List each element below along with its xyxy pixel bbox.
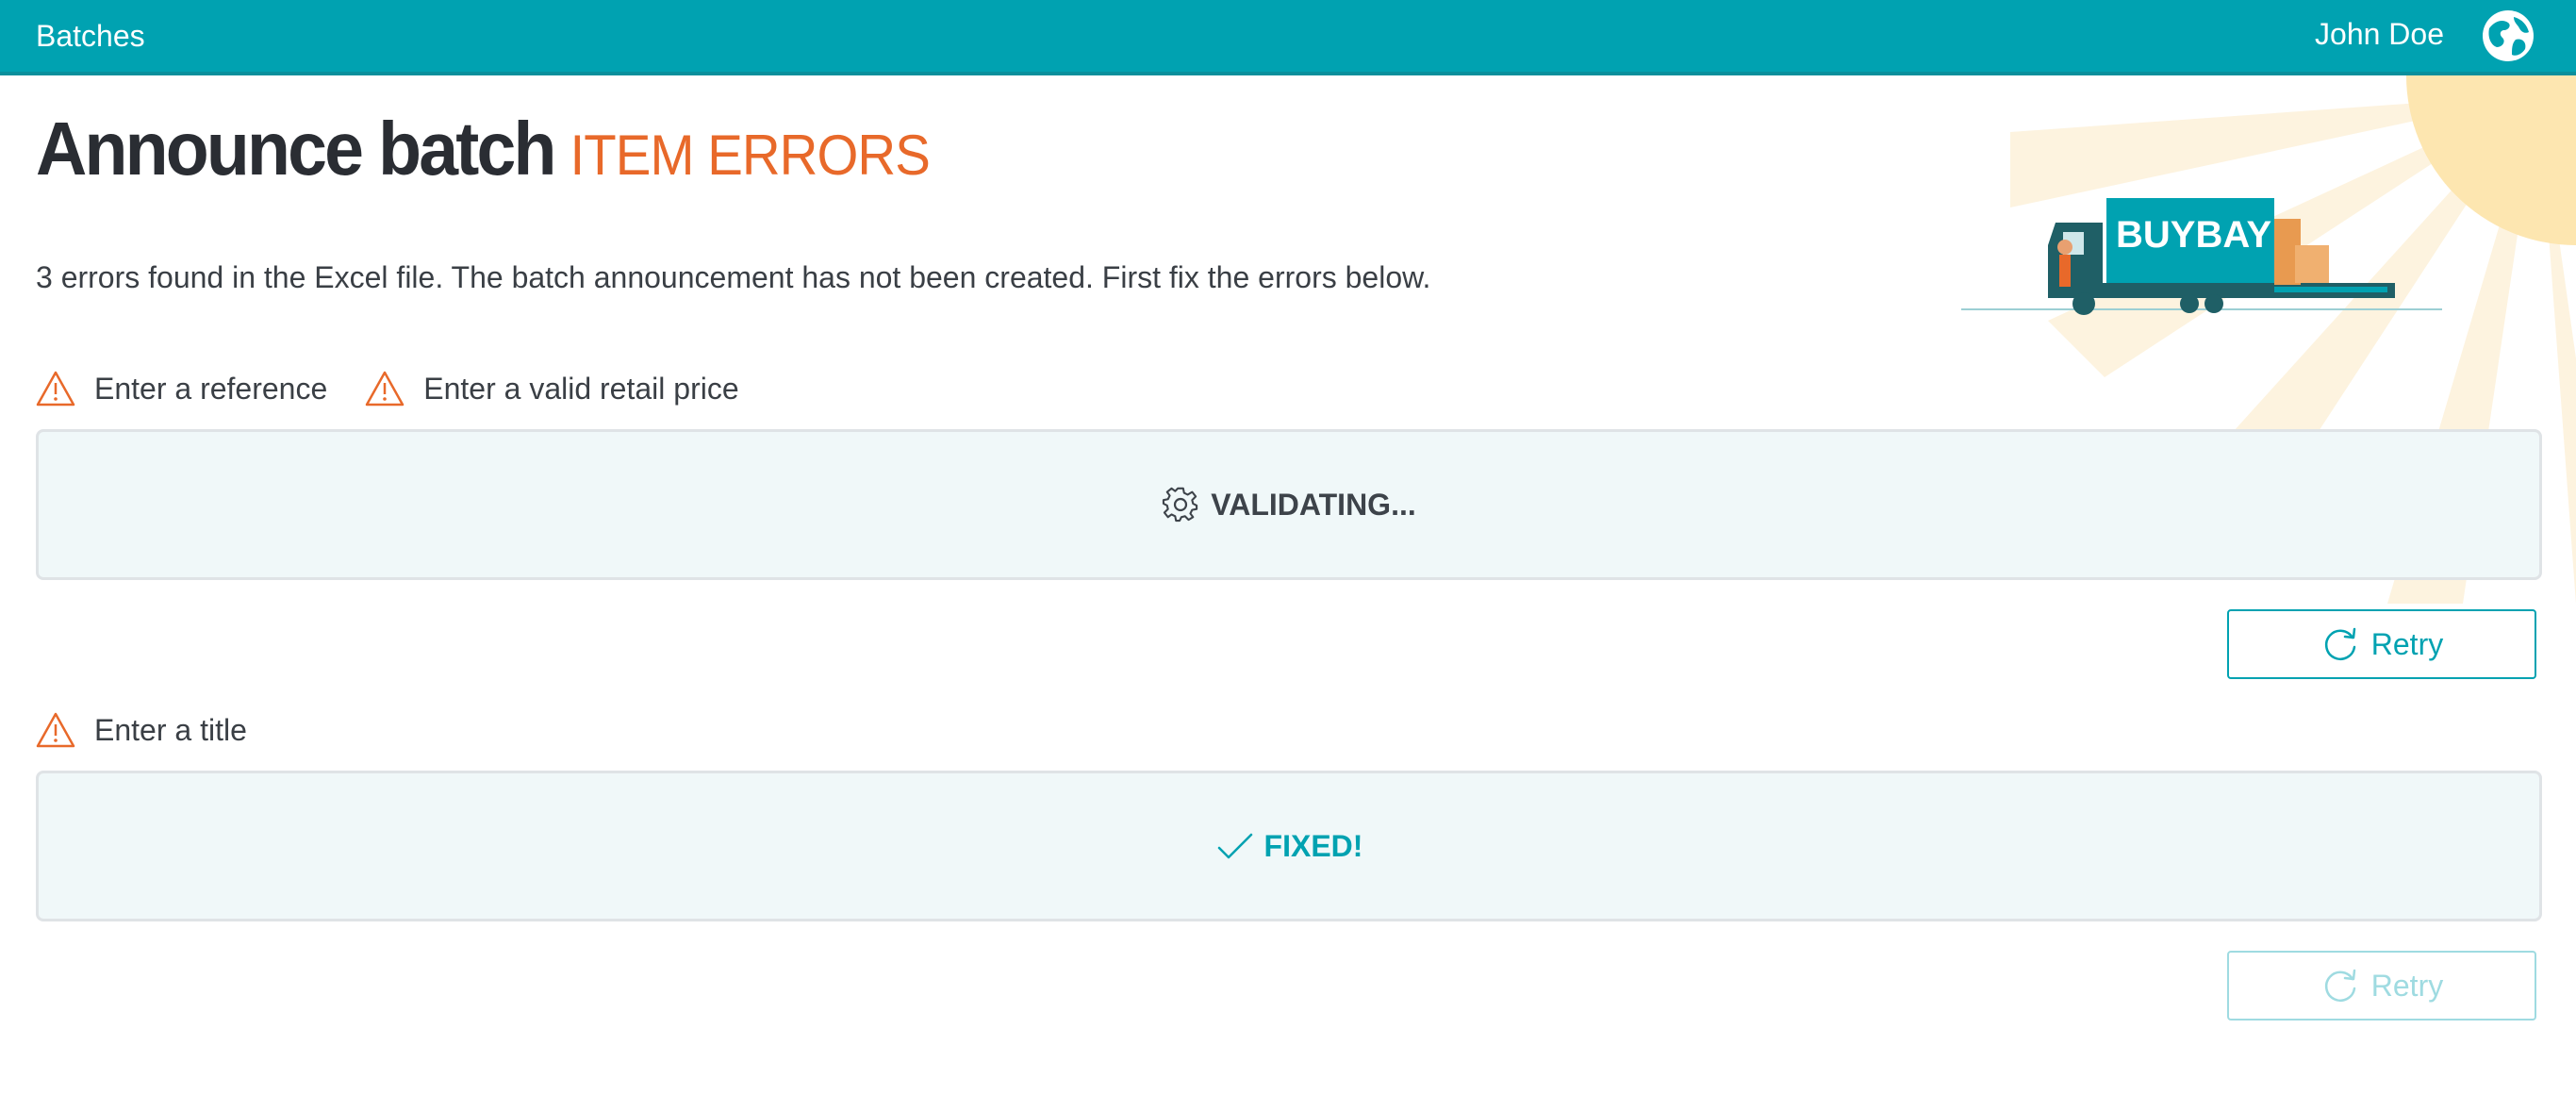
validating-status: VALIDATING... — [1162, 486, 1416, 523]
retry-label: Retry — [2370, 968, 2444, 1003]
nav-batches-link[interactable]: Batches — [36, 19, 145, 54]
retry-label: Retry — [2370, 626, 2444, 661]
validation-status-panel: VALIDATING... — [36, 429, 2542, 580]
brand-wordmark: BUYBAY — [2116, 214, 2272, 256]
status-text: VALIDATING... — [1211, 487, 1416, 522]
error-item: Enter a title — [36, 711, 247, 749]
retry-button-disabled[interactable]: Retry — [2227, 951, 2536, 1021]
validation-status-panel: FIXED! — [36, 771, 2542, 921]
error-label: Enter a title — [94, 712, 247, 747]
fixed-status: FIXED! — [1215, 827, 1363, 865]
refresh-icon — [2324, 627, 2356, 660]
error-list: Enter a title — [36, 709, 285, 751]
checkmark-icon — [1217, 833, 1252, 859]
status-text: FIXED! — [1263, 828, 1363, 863]
globe-icon[interactable] — [2480, 8, 2536, 64]
page-title: Announce batch ITEM ERRORS — [36, 106, 931, 192]
top-nav-bar: Batches John Doe — [0, 0, 2576, 75]
refresh-icon — [2324, 969, 2356, 1002]
user-name-menu[interactable]: John Doe — [2315, 17, 2444, 52]
warning-icon — [366, 371, 405, 407]
error-summary-message: 3 errors found in the Excel file. The ba… — [36, 260, 1431, 294]
warning-icon — [36, 712, 75, 748]
error-item: Enter a valid retail price — [365, 370, 739, 407]
error-item: Enter a reference — [36, 370, 327, 407]
retry-button[interactable]: Retry — [2227, 609, 2536, 679]
warning-icon — [36, 371, 75, 407]
delivery-truck-illustration: BUYBAY — [1961, 198, 2442, 315]
error-list: Enter a reference Enter a valid retail p… — [36, 368, 777, 409]
gear-icon — [1163, 487, 1198, 523]
error-label: Enter a valid retail price — [423, 371, 739, 406]
page-title-text: Announce batch — [36, 107, 556, 191]
page-subtitle: ITEM ERRORS — [570, 124, 931, 187]
error-label: Enter a reference — [94, 371, 328, 406]
